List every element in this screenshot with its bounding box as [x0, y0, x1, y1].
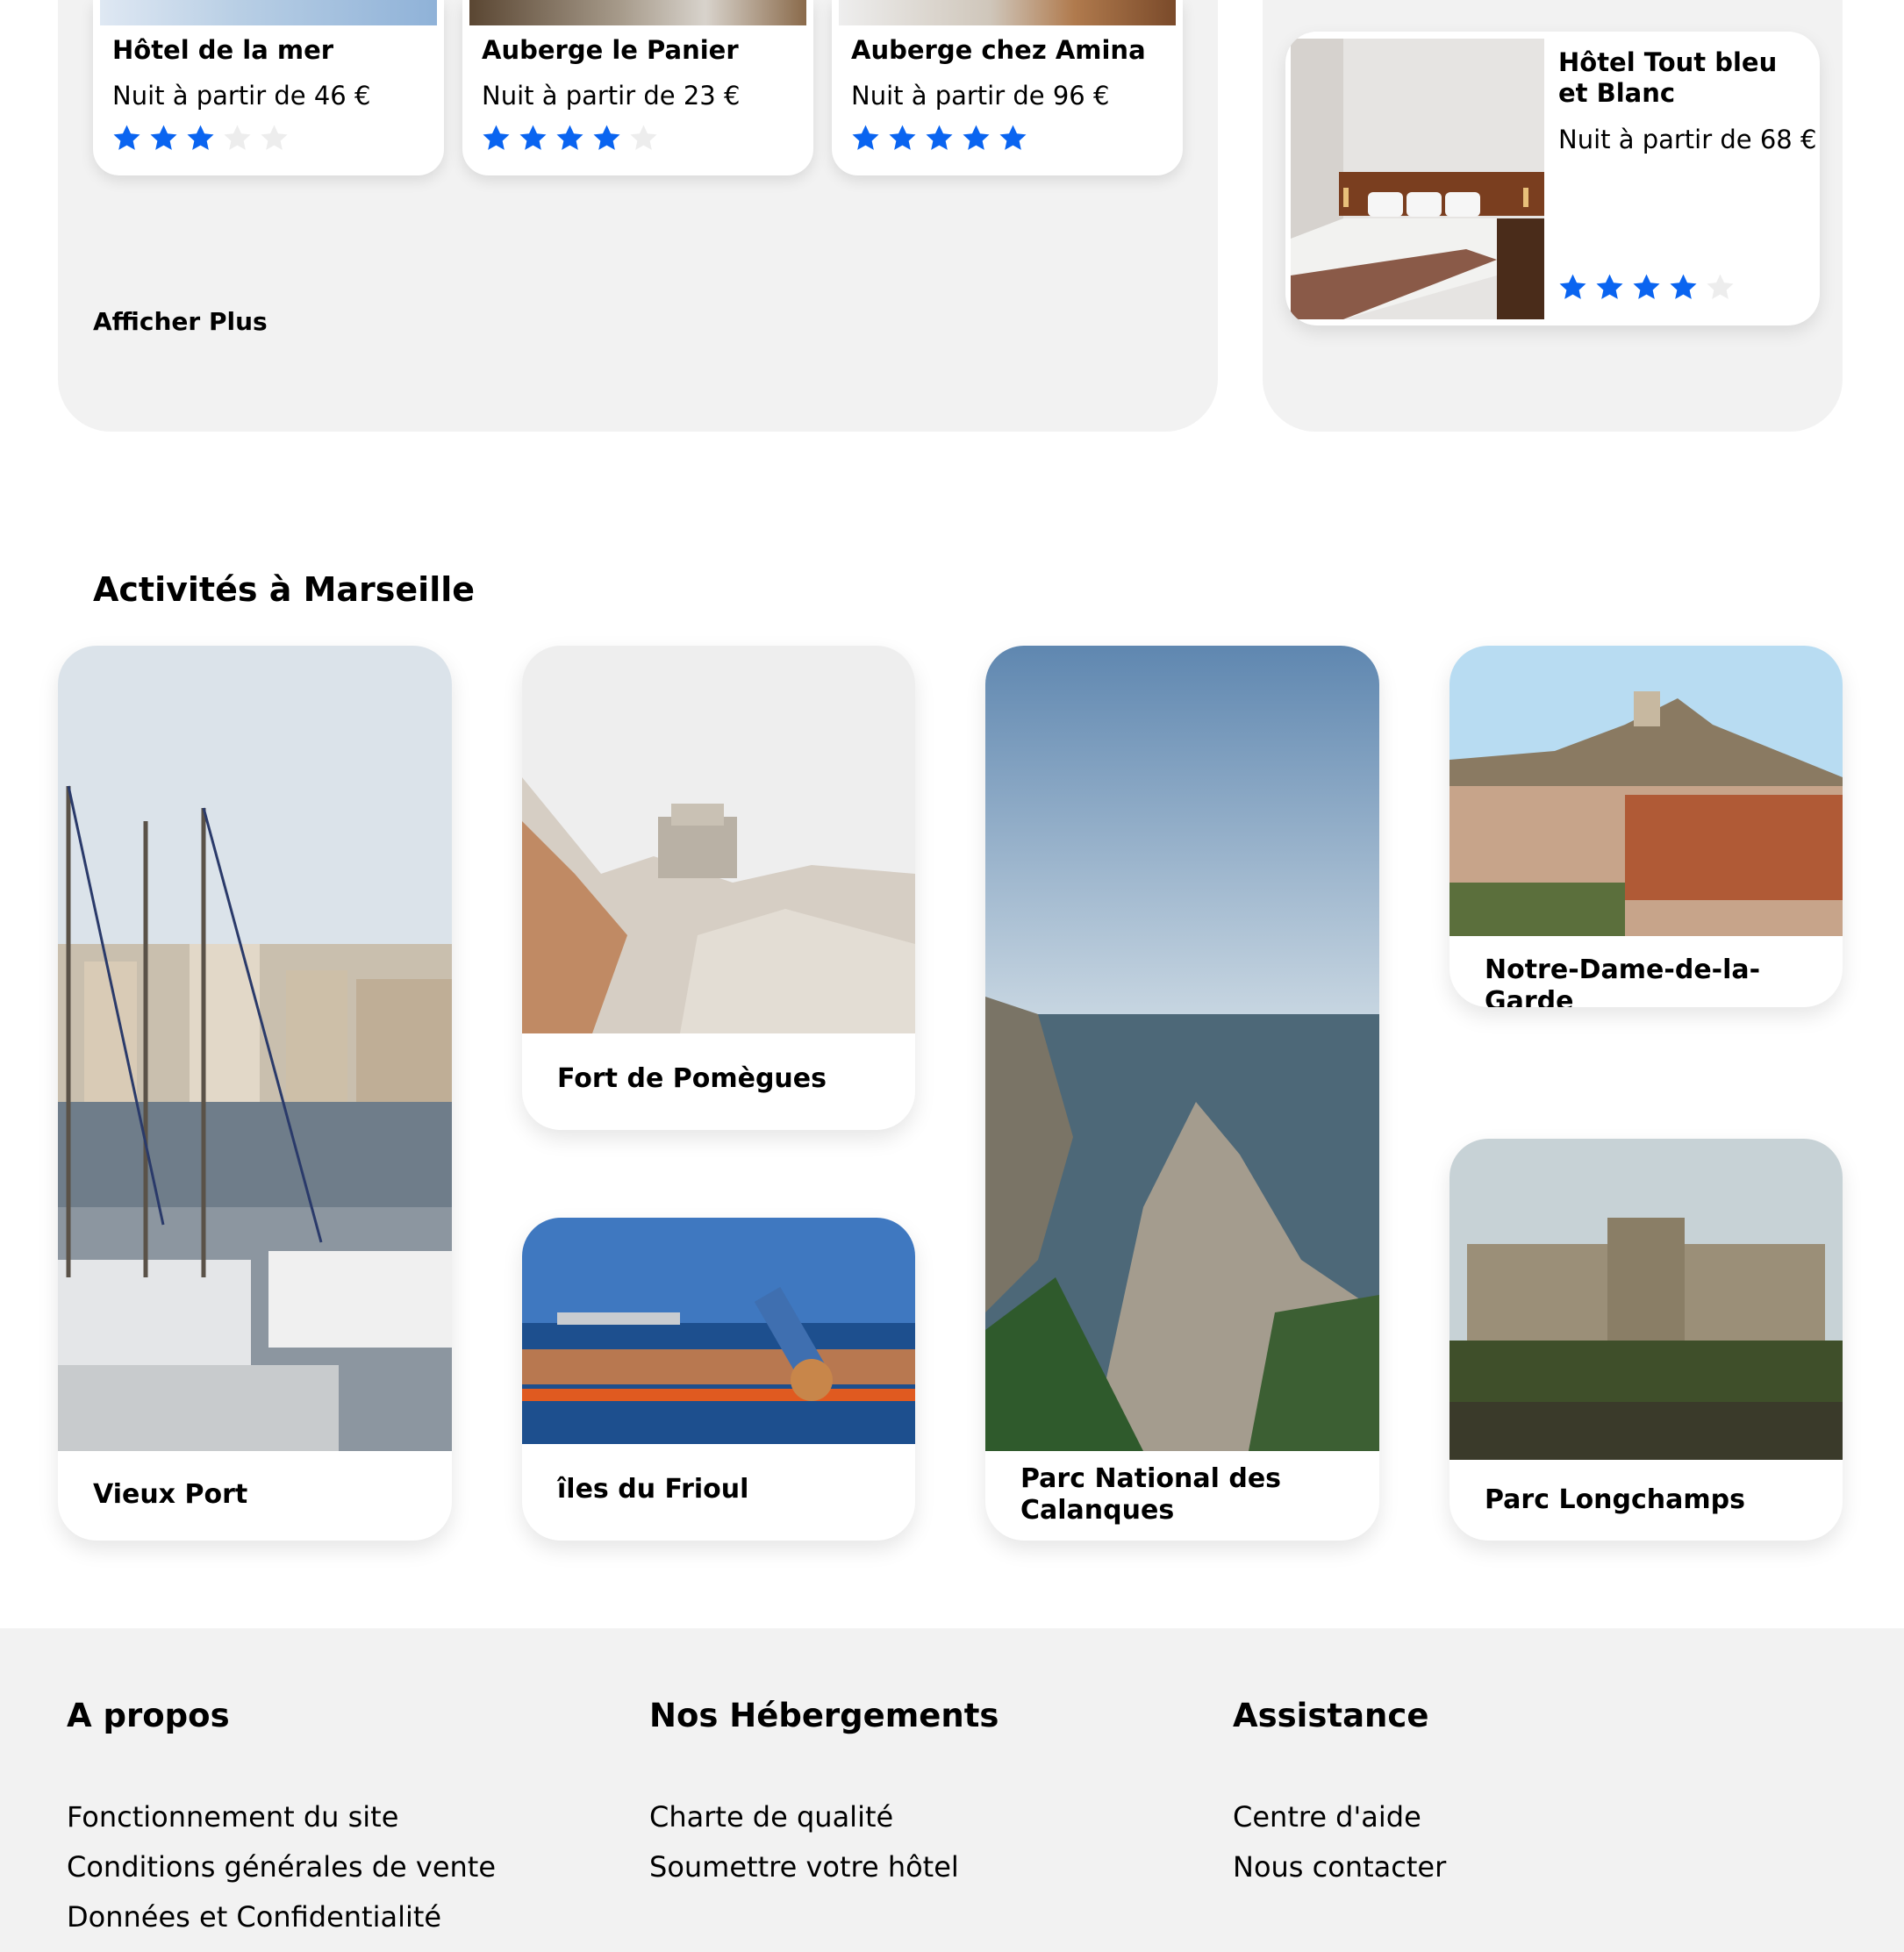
activity-card[interactable]: îles du Frioul [522, 1218, 915, 1541]
star-filled-icon [593, 125, 620, 150]
star-filled-icon [963, 125, 990, 150]
star-filled-icon [556, 125, 583, 150]
star-filled-icon [150, 125, 177, 150]
hotel-card[interactable]: Auberge le Panier Nuit à partir de 23 € [462, 0, 813, 175]
hotel-name: Hôtel Tout bleu et Blanc [1558, 47, 1778, 108]
footer-column-about: A propos Fonctionnement du site Conditio… [67, 1697, 496, 1942]
activity-name: îles du Frioul [557, 1474, 749, 1505]
star-filled-icon [999, 125, 1027, 150]
activity-name: Vieux Port [93, 1479, 248, 1510]
activity-name: Notre-Dame-de-la-Garde [1485, 955, 1761, 1007]
activity-photo [985, 646, 1379, 1451]
hotel-card[interactable]: Auberge chez Amina Nuit à partir de 96 € [832, 0, 1183, 175]
footer-link[interactable]: Centre d'aide [1233, 1792, 1446, 1842]
star-empty-icon [261, 125, 288, 150]
featured-hotel-card[interactable]: Hôtel Tout bleu et Blanc Nuit à partir d… [1285, 32, 1820, 325]
footer-column-accommodations: Nos Hébergements Charte de qualité Soume… [649, 1697, 999, 1892]
star-empty-icon [224, 125, 251, 150]
section-title: Activités à Marseille [93, 570, 476, 609]
star-filled-icon [113, 125, 140, 150]
activity-photo [522, 1218, 915, 1444]
footer-link[interactable]: Charte de qualité [649, 1792, 999, 1842]
footer-column-support: Assistance Centre d'aide Nous contacter [1233, 1697, 1446, 1892]
hotel-price: Nuit à partir de 46 € [112, 81, 371, 111]
activity-name: Parc Longchamps [1485, 1484, 1745, 1515]
hotel-name: Hôtel de la mer [112, 35, 334, 65]
hotel-room-photo [1291, 39, 1544, 319]
show-more-link[interactable]: Afficher Plus [93, 307, 268, 336]
hotel-name: Auberge le Panier [482, 35, 739, 65]
hotel-card[interactable]: Hôtel de la mer Nuit à partir de 46 € [93, 0, 444, 175]
hotel-photo [100, 0, 437, 25]
activity-photo [522, 646, 915, 1033]
activity-photo [1449, 1139, 1843, 1460]
footer-link[interactable]: Conditions générales de vente [67, 1842, 496, 1892]
rating-stars [1557, 272, 1736, 303]
star-empty-icon [1707, 274, 1734, 299]
star-filled-icon [1596, 274, 1623, 299]
star-filled-icon [926, 125, 953, 150]
star-filled-icon [483, 125, 510, 150]
star-filled-icon [1633, 274, 1660, 299]
activity-name: Fort de Pomègues [557, 1063, 827, 1094]
rating-stars [481, 123, 659, 154]
star-filled-icon [519, 125, 547, 150]
footer-link[interactable]: Fonctionnement du site [67, 1792, 496, 1842]
hotel-name: Auberge chez Amina [851, 35, 1146, 65]
star-filled-icon [1559, 274, 1586, 299]
activity-card[interactable]: Fort de Pomègues [522, 646, 915, 1130]
activity-card[interactable]: Parc Longchamps [1449, 1139, 1843, 1541]
activity-card[interactable]: Parc National des Calanques [985, 646, 1379, 1541]
star-filled-icon [889, 125, 916, 150]
hotel-price: Nuit à partir de 68 € [1558, 125, 1817, 154]
rating-stars [111, 123, 290, 154]
rating-stars [850, 123, 1028, 154]
star-filled-icon [852, 125, 879, 150]
star-filled-icon [187, 125, 214, 150]
footer-heading: A propos [67, 1697, 230, 1734]
star-empty-icon [630, 125, 657, 150]
activity-photo [58, 646, 452, 1451]
activity-card[interactable]: Notre-Dame-de-la-Garde [1449, 646, 1843, 1007]
footer-link[interactable]: Données et Confidentialité [67, 1892, 496, 1942]
activity-card[interactable]: Vieux Port [58, 646, 452, 1541]
star-filled-icon [1670, 274, 1697, 299]
footer-heading: Nos Hébergements [649, 1697, 999, 1734]
footer-link[interactable]: Nous contacter [1233, 1842, 1446, 1892]
hotel-photo [839, 0, 1176, 25]
hotel-price: Nuit à partir de 96 € [851, 81, 1110, 111]
activity-name: Parc National des Calanques [1020, 1463, 1282, 1526]
footer-link[interactable]: Soumettre votre hôtel [649, 1842, 999, 1892]
activity-photo [1449, 646, 1843, 936]
hotel-photo [469, 0, 806, 25]
footer-heading: Assistance [1233, 1697, 1429, 1734]
hotel-price: Nuit à partir de 23 € [482, 81, 741, 111]
